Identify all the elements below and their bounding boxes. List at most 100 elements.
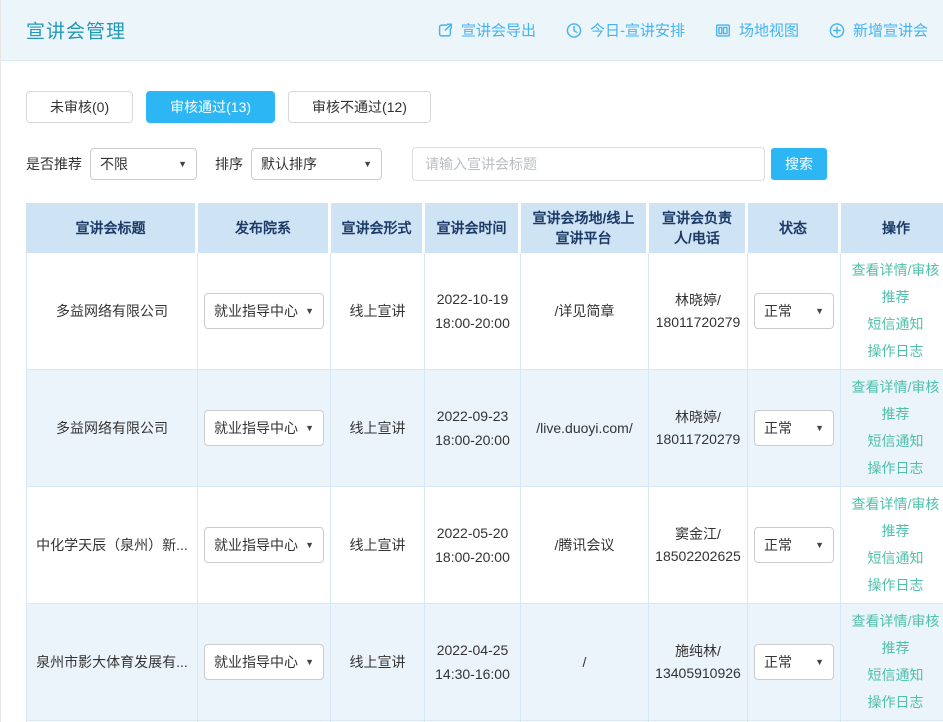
add-session-label: 新增宣讲会 — [853, 20, 928, 41]
view-detail-audit-link[interactable]: 查看详情/审核 — [846, 257, 943, 284]
table-row: 多益网络有限公司 就业指导中心 ▼ 线上宣讲 2022-10-19 18:00-… — [26, 253, 943, 370]
table-row: 泉州市影大体育发展有... 就业指导中心 ▼ 线上宣讲 2022-04-25 1… — [26, 604, 943, 721]
contact-name: 窦金江/ — [654, 523, 742, 545]
session-time: 18:00-20:00 — [430, 545, 515, 569]
operation-log-link[interactable]: 操作日志 — [846, 338, 943, 365]
status-select-value: 正常 — [764, 535, 792, 555]
status-select-value: 正常 — [764, 652, 792, 672]
col-status: 状态 — [748, 203, 841, 253]
sessions-table: 宣讲会标题 发布院系 宣讲会形式 宣讲会时间 宣讲会场地/线上宣讲平台 宣讲会负… — [26, 203, 943, 722]
view-detail-audit-link[interactable]: 查看详情/审核 — [846, 491, 943, 518]
status-select[interactable]: 正常 ▼ — [754, 527, 834, 563]
department-select[interactable]: 就业指导中心 ▼ — [204, 410, 324, 446]
recommend-link[interactable]: 推荐 — [846, 635, 943, 662]
caret-down-icon: ▼ — [178, 159, 187, 169]
sms-notify-link[interactable]: 短信通知 — [846, 662, 943, 689]
caret-down-icon: ▼ — [815, 657, 824, 667]
caret-down-icon: ▼ — [815, 306, 824, 316]
department-select-value: 就业指导中心 — [214, 301, 298, 321]
session-form: 线上宣讲 — [331, 253, 425, 370]
session-date: 2022-05-20 — [430, 521, 515, 545]
contact-phone: 13405910926 — [654, 662, 742, 684]
department-select-value: 就业指导中心 — [214, 652, 298, 672]
session-date: 2022-09-23 — [430, 404, 515, 428]
department-select[interactable]: 就业指导中心 ▼ — [204, 293, 324, 329]
today-schedule-link[interactable]: 今日-宣讲安排 — [565, 20, 685, 41]
recommend-link[interactable]: 推荐 — [846, 401, 943, 428]
session-management-page: 宣讲会管理 宣讲会导出 今日-宣讲安排 — [0, 0, 943, 722]
status-select[interactable]: 正常 ▼ — [754, 410, 834, 446]
session-title: 泉州市影大体育发展有... — [26, 604, 198, 721]
department-select[interactable]: 就业指导中心 ▼ — [204, 644, 324, 680]
table-row: 多益网络有限公司 就业指导中心 ▼ 线上宣讲 2022-09-23 18:00-… — [26, 370, 943, 487]
col-department: 发布院系 — [198, 203, 331, 253]
sort-select[interactable]: 默认排序 ▼ — [251, 148, 382, 180]
row-operations: 查看详情/审核推荐短信通知操作日志 — [841, 604, 943, 721]
tab-rejected[interactable]: 审核不通过(12) — [288, 91, 431, 123]
session-time: 14:30-16:00 — [430, 662, 515, 686]
tab-approved[interactable]: 审核通过(13) — [146, 91, 275, 123]
view-detail-audit-link[interactable]: 查看详情/审核 — [846, 608, 943, 635]
header-actions: 宣讲会导出 今日-宣讲安排 场地视图 — [436, 20, 928, 41]
view-detail-audit-link[interactable]: 查看详情/审核 — [846, 374, 943, 401]
caret-down-icon: ▼ — [305, 306, 314, 316]
sms-notify-link[interactable]: 短信通知 — [846, 428, 943, 455]
session-contact-cell: 施纯林/ 13405910926 — [649, 604, 748, 721]
row-operations: 查看详情/审核推荐短信通知操作日志 — [841, 370, 943, 487]
session-form: 线上宣讲 — [331, 604, 425, 721]
session-form: 线上宣讲 — [331, 370, 425, 487]
col-title: 宣讲会标题 — [26, 203, 198, 253]
session-time-cell: 2022-10-19 18:00-20:00 — [425, 253, 521, 370]
row-operations: 查看详情/审核推荐短信通知操作日志 — [841, 487, 943, 604]
sms-notify-link[interactable]: 短信通知 — [846, 545, 943, 572]
status-select-value: 正常 — [764, 301, 792, 321]
session-venue: / — [521, 604, 649, 721]
export-icon — [436, 21, 454, 39]
recommend-select-value: 不限 — [100, 154, 128, 174]
export-sessions-label: 宣讲会导出 — [461, 20, 536, 41]
sort-filter-label: 排序 — [215, 154, 243, 174]
caret-down-icon: ▼ — [363, 159, 372, 169]
recommend-link[interactable]: 推荐 — [846, 518, 943, 545]
export-sessions-link[interactable]: 宣讲会导出 — [436, 20, 536, 41]
sms-notify-link[interactable]: 短信通知 — [846, 311, 943, 338]
operation-log-link[interactable]: 操作日志 — [846, 572, 943, 599]
contact-phone: 18011720279 — [654, 428, 742, 450]
search-input[interactable] — [412, 147, 765, 181]
venue-view-label: 场地视图 — [739, 20, 799, 41]
table-body: 多益网络有限公司 就业指导中心 ▼ 线上宣讲 2022-10-19 18:00-… — [26, 253, 943, 722]
contact-name: 施纯林/ — [654, 640, 742, 662]
department-select[interactable]: 就业指导中心 ▼ — [204, 527, 324, 563]
contact-phone: 18011720279 — [654, 311, 742, 333]
recommend-select[interactable]: 不限 ▼ — [90, 148, 197, 180]
contact-phone: 18502202625 — [654, 545, 742, 567]
review-status-tabs: 未审核(0) 审核通过(13) 审核不通过(12) — [26, 91, 943, 123]
status-select[interactable]: 正常 ▼ — [754, 644, 834, 680]
operation-log-link[interactable]: 操作日志 — [846, 455, 943, 482]
session-form: 线上宣讲 — [331, 487, 425, 604]
venue-view-link[interactable]: 场地视图 — [714, 20, 799, 41]
add-session-link[interactable]: 新增宣讲会 — [828, 20, 928, 41]
col-operations: 操作 — [841, 203, 943, 253]
operation-log-link[interactable]: 操作日志 — [846, 689, 943, 716]
tab-unreviewed[interactable]: 未审核(0) — [26, 91, 133, 123]
session-contact-cell: 窦金江/ 18502202625 — [649, 487, 748, 604]
session-venue: /详见简章 — [521, 253, 649, 370]
recommend-link[interactable]: 推荐 — [846, 284, 943, 311]
session-title: 多益网络有限公司 — [26, 253, 198, 370]
caret-down-icon: ▼ — [305, 540, 314, 550]
page-title: 宣讲会管理 — [26, 17, 126, 44]
venue-view-icon — [714, 21, 732, 39]
status-select-value: 正常 — [764, 418, 792, 438]
caret-down-icon: ▼ — [305, 657, 314, 667]
page-header: 宣讲会管理 宣讲会导出 今日-宣讲安排 — [1, 0, 943, 61]
search-button[interactable]: 搜索 — [771, 148, 827, 180]
session-time-cell: 2022-05-20 18:00-20:00 — [425, 487, 521, 604]
status-select[interactable]: 正常 ▼ — [754, 293, 834, 329]
col-form: 宣讲会形式 — [331, 203, 425, 253]
recommend-filter-label: 是否推荐 — [26, 154, 82, 174]
session-time: 18:00-20:00 — [430, 428, 515, 452]
col-venue: 宣讲会场地/线上宣讲平台 — [521, 203, 649, 253]
contact-name: 林晓婷/ — [654, 406, 742, 428]
session-contact-cell: 林晓婷/ 18011720279 — [649, 253, 748, 370]
